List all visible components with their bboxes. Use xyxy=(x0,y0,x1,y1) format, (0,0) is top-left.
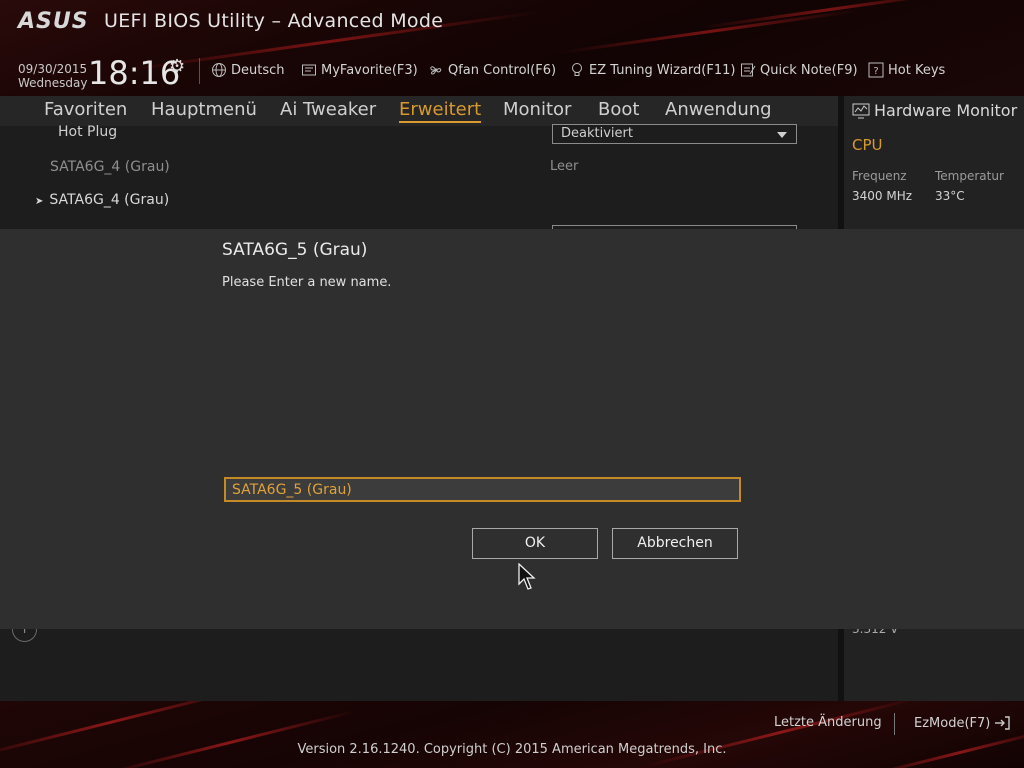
ok-button[interactable]: OK xyxy=(472,528,598,559)
mouse-cursor-icon xyxy=(518,563,536,590)
asus-logo: ASUS xyxy=(18,9,89,34)
myfavorite-button[interactable]: MyFavorite(F3) xyxy=(301,62,418,78)
cpu-freq-value: 3400 MHz xyxy=(852,189,913,203)
fan-icon xyxy=(430,66,442,75)
note-icon xyxy=(741,63,756,77)
date-display: 09/30/2015 Wednesday xyxy=(18,62,87,90)
cpu-temp-value: 33°C xyxy=(935,189,965,203)
tab-hauptmenu[interactable]: Hauptmenü xyxy=(151,99,257,120)
cancel-button[interactable]: Abbrechen xyxy=(612,528,738,559)
decor-streak xyxy=(561,9,859,54)
tab-ai-tweaker[interactable]: Ai Tweaker xyxy=(280,99,376,120)
app-title: UEFI BIOS Utility – Advanced Mode xyxy=(104,10,444,32)
tab-boot[interactable]: Boot xyxy=(598,99,639,120)
decor-streak xyxy=(103,709,357,768)
quick-note-label: Quick Note(F9) xyxy=(760,62,858,78)
lightbulb-icon xyxy=(572,63,582,76)
qfan-label: Qfan Control(F6) xyxy=(448,62,557,78)
hot-plug-label: Hot Plug xyxy=(58,124,118,140)
exit-icon xyxy=(995,716,1011,730)
top-bar: ASUS UEFI BIOS Utility – Advanced Mode 0… xyxy=(0,0,1024,96)
hot-keys-label: Hot Keys xyxy=(888,62,946,78)
divider xyxy=(199,58,200,84)
question-icon: ? xyxy=(868,62,884,78)
favorite-icon xyxy=(302,64,316,76)
sata-submenu-label: SATA6G_4 (Grau) xyxy=(49,192,170,208)
monitor-icon xyxy=(852,103,870,118)
decor-streak xyxy=(643,701,917,768)
weekday-value: Wednesday xyxy=(18,76,88,90)
last-change-button[interactable]: Letzte Änderung xyxy=(774,715,882,730)
globe-icon xyxy=(212,63,226,77)
hardware-monitor-header: Hardware Monitor xyxy=(852,101,1017,120)
cpu-freq-label: Frequenz xyxy=(852,169,907,183)
dialog-message: Please Enter a new name. xyxy=(222,275,392,290)
qfan-button[interactable]: Qfan Control(F6) xyxy=(428,62,556,78)
clock-time[interactable]: 18:16 xyxy=(88,54,180,92)
myfavorite-label: MyFavorite(F3) xyxy=(321,62,418,78)
gear-icon[interactable]: ⚙ xyxy=(169,56,189,77)
ezmode-button[interactable]: EzMode(F7) xyxy=(914,715,1011,731)
footer-divider xyxy=(894,713,895,735)
chevron-down-icon xyxy=(777,132,787,138)
ez-tuning-button[interactable]: EZ Tuning Wizard(F11) xyxy=(569,62,735,78)
copyright-text: Version 2.16.1240. Copyright (C) 2015 Am… xyxy=(297,742,727,757)
main-nav: Favoriten Hauptmenü Ai Tweaker Erweitert… xyxy=(0,96,838,126)
dialog-title: SATA6G_5 (Grau) xyxy=(222,240,368,260)
chevron-right-icon: ➤ xyxy=(35,196,44,207)
language-button[interactable]: Deutsch xyxy=(211,62,285,78)
rename-dialog: SATA6G_5 (Grau) Please Enter a new name.… xyxy=(0,229,1024,629)
sata-submenu-item[interactable]: ➤ SATA6G_4 (Grau) xyxy=(35,192,169,208)
tab-favoriten[interactable]: Favoriten xyxy=(44,99,127,120)
footer-bar: Letzte Änderung EzMode(F7) Version 2.16.… xyxy=(0,701,1024,768)
svg-text:?: ? xyxy=(873,66,878,77)
sata-info-label: SATA6G_4 (Grau) xyxy=(50,159,170,175)
sata-info-value: Leer xyxy=(550,159,579,174)
hot-keys-button[interactable]: ? Hot Keys xyxy=(868,62,945,78)
quick-note-button[interactable]: Quick Note(F9) xyxy=(740,62,858,78)
date-value: 09/30/2015 xyxy=(18,62,88,76)
cpu-section-title: CPU xyxy=(852,136,883,154)
tab-monitor[interactable]: Monitor xyxy=(503,99,571,120)
name-input[interactable] xyxy=(224,477,741,502)
language-label: Deutsch xyxy=(231,62,285,78)
tab-erweitert[interactable]: Erweitert xyxy=(399,99,482,123)
ezmode-label: EzMode(F7) xyxy=(914,715,991,731)
hardware-monitor-title: Hardware Monitor xyxy=(874,101,1018,120)
cpu-temp-label: Temperatur xyxy=(935,169,1004,183)
ez-tuning-label: EZ Tuning Wizard(F11) xyxy=(589,62,736,78)
hot-plug-value: Deaktiviert xyxy=(561,126,633,141)
hot-plug-dropdown[interactable]: Deaktiviert xyxy=(552,124,797,144)
tab-anwendung[interactable]: Anwendung xyxy=(665,99,772,120)
